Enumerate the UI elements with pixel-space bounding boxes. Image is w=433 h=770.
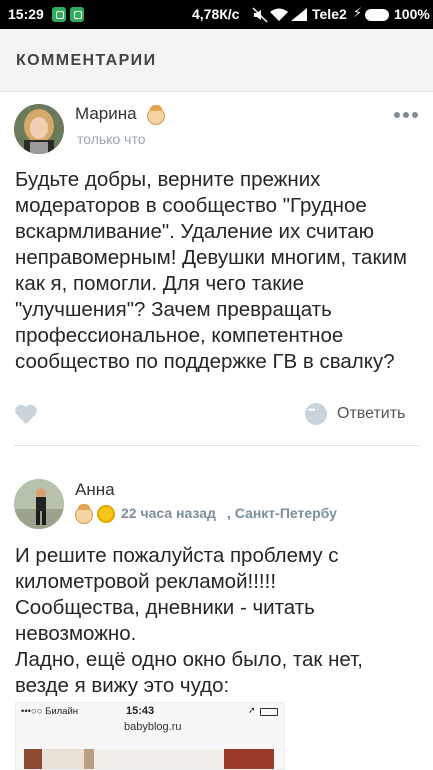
network-speed: 4,78К/с [192, 6, 240, 22]
reply-label: Ответить [337, 405, 406, 422]
embedded-photo [24, 749, 274, 769]
location-arrow-icon: ➚ [248, 705, 256, 715]
embedded-time: 15:43 [126, 705, 155, 717]
embedded-carrier: •••○○ Билайн [21, 706, 79, 717]
charging-icon: ⚡ [353, 5, 363, 20]
avatar-image [14, 104, 64, 154]
avatar[interactable] [14, 104, 64, 154]
status-bar: 15:29 4,78К/с Tele2 ⚡ 100% [0, 0, 433, 29]
avatar-image [14, 479, 64, 529]
like-heart-icon[interactable] [14, 403, 38, 425]
comment-location: , Санкт-Петербу [227, 505, 337, 521]
notification-icon [52, 7, 66, 22]
mute-icon [252, 7, 268, 23]
embedded-screenshot[interactable]: •••○○ Билайн 15:43 ➚ babyblog.ru [15, 702, 285, 770]
carrier-name: Tele2 [312, 6, 347, 22]
comment-text: И решите пожалуйста проблему с километро… [15, 544, 363, 697]
divider [14, 445, 419, 446]
more-options-icon[interactable] [394, 112, 418, 118]
notification-icon [70, 7, 84, 22]
comments-header: КОММЕНТАРИИ [0, 29, 433, 92]
battery-percent: 100% [394, 6, 430, 22]
status-time: 15:29 [8, 6, 44, 22]
comment-time: только что [77, 131, 146, 147]
embedded-battery-icon [260, 708, 278, 716]
embedded-url: babyblog.ru [124, 721, 182, 733]
comment-author[interactable]: Марина [75, 104, 137, 124]
comment-text: Будьте добры, верните прежних модераторо… [15, 168, 407, 373]
comment-time: 22 часа назад [121, 505, 216, 521]
comment-author[interactable]: Анна [75, 480, 115, 500]
comment-bubble-icon [305, 403, 327, 425]
page-title: КОММЕНТАРИИ [16, 52, 157, 69]
wifi-icon [270, 8, 288, 21]
battery-icon [365, 9, 389, 21]
avatar[interactable] [14, 479, 64, 529]
embedded-status-bar: •••○○ Билайн 15:43 ➚ [16, 703, 284, 721]
user-badge-icon [75, 504, 93, 524]
coin-badge-icon [97, 505, 115, 523]
signal-icon [291, 8, 307, 21]
reply-button[interactable]: Ответить [305, 403, 405, 425]
user-badge-icon [147, 105, 165, 125]
